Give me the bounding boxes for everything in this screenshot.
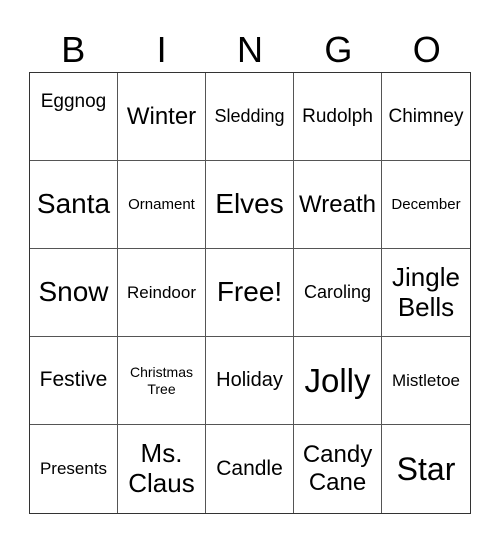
header-letter-o: O — [412, 29, 441, 70]
bingo-cell[interactable]: Jolly — [294, 337, 382, 425]
bingo-cell[interactable]: Sledding — [206, 73, 294, 161]
bingo-cell[interactable]: Snow — [30, 249, 118, 337]
bingo-cell[interactable]: Wreath — [294, 161, 382, 249]
bingo-cell[interactable]: Festive — [30, 337, 118, 425]
bingo-cell[interactable]: Candle — [206, 425, 294, 513]
header-letter-g: G — [324, 29, 353, 70]
bingo-cell[interactable]: Jingle Bells — [382, 249, 470, 337]
bingo-cell[interactable]: Ms. Claus — [118, 425, 206, 513]
bingo-cell[interactable]: Chimney — [382, 73, 470, 161]
bingo-cell[interactable]: Candy Cane — [294, 425, 382, 513]
bingo-header: B I N G O — [29, 28, 471, 72]
bingo-cell[interactable]: Winter — [118, 73, 206, 161]
free-space[interactable]: Free! — [206, 249, 294, 337]
bingo-cell[interactable]: Holiday — [206, 337, 294, 425]
header-letter-n: N — [236, 29, 263, 70]
header-letter-b: B — [61, 29, 86, 70]
bingo-cell[interactable]: Presents — [30, 425, 118, 513]
bingo-cell[interactable]: Star — [382, 425, 470, 513]
bingo-cell[interactable]: Rudolph — [294, 73, 382, 161]
bingo-cell[interactable]: Reindoor — [118, 249, 206, 337]
bingo-cell[interactable]: Santa — [30, 161, 118, 249]
bingo-cell[interactable]: Mistletoe — [382, 337, 470, 425]
bingo-cell[interactable]: December — [382, 161, 470, 249]
header-letter-i: I — [156, 29, 167, 70]
bingo-cell[interactable]: Caroling — [294, 249, 382, 337]
bingo-cell[interactable]: Elves — [206, 161, 294, 249]
bingo-cell[interactable]: Christmas Tree — [118, 337, 206, 425]
bingo-cell[interactable]: Eggnog — [30, 73, 118, 161]
bingo-grid: Eggnog Winter Sledding Rudolph Chimney S… — [29, 72, 471, 514]
bingo-cell[interactable]: Ornament — [118, 161, 206, 249]
